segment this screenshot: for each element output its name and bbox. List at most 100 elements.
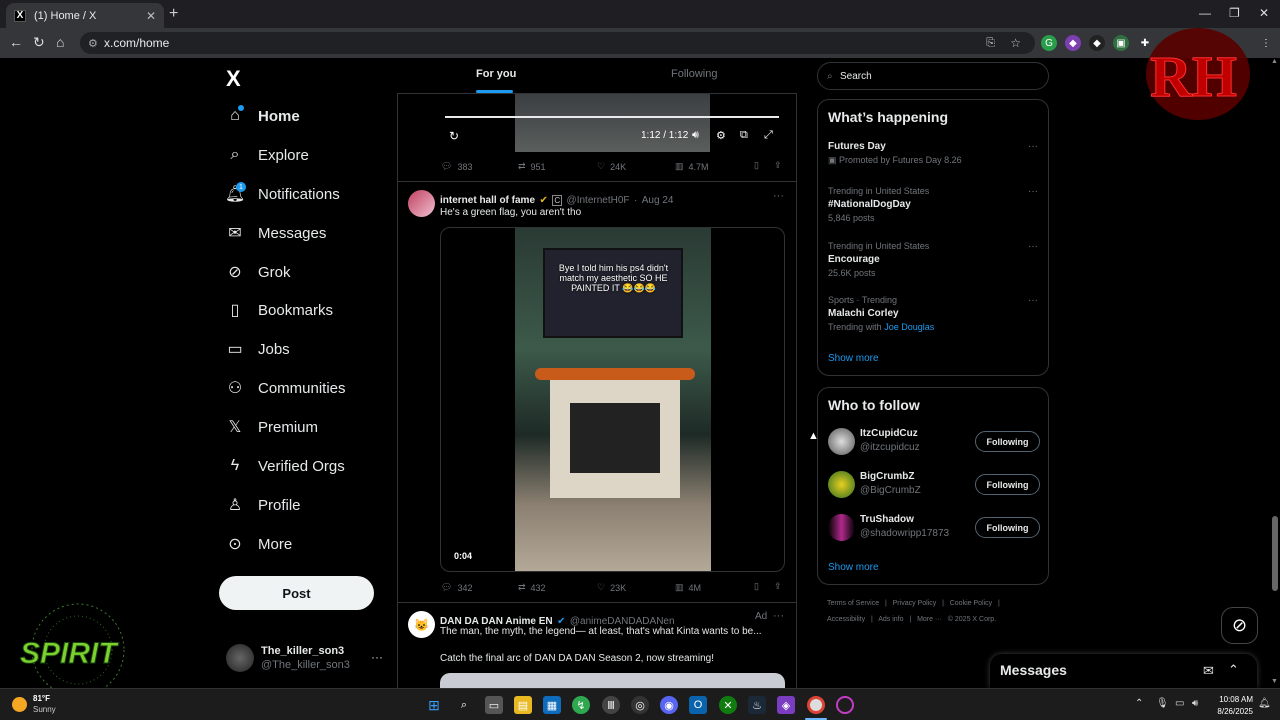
avatar[interactable]	[828, 428, 855, 455]
more-dots-icon[interactable]: ···	[1028, 141, 1038, 152]
messages-drawer[interactable]: Messages ✉ ⌃	[990, 654, 1257, 688]
user-name[interactable]: BigCrumbZ	[860, 471, 914, 482]
nav-verified-orgs[interactable]: ϟ Verified Orgs	[226, 452, 345, 480]
more-dots-icon[interactable]: ···	[371, 650, 383, 664]
network-icon[interactable]: ▭	[1175, 698, 1184, 709]
tab-following[interactable]: Following	[671, 68, 717, 80]
scroll-up-icon[interactable]: ▲	[1271, 58, 1278, 65]
trend-item[interactable]: Futures Day ▣ Promoted by Futures Day 8.…	[828, 141, 1038, 166]
author-name[interactable]: internet hall of fame	[440, 195, 535, 206]
close-tab-icon[interactable]: ✕	[146, 9, 156, 23]
ad-media[interactable]	[440, 673, 785, 688]
extension-purple-icon[interactable]: ◆	[1065, 35, 1081, 51]
show-more-link[interactable]: Show more	[828, 353, 879, 364]
nav-communities[interactable]: ⚇ Communities	[226, 374, 346, 402]
user-name[interactable]: TruShadow	[860, 514, 914, 525]
reply-button[interactable]: 💬︎ 342	[441, 582, 472, 593]
browser-menu-icon[interactable]: ⋮	[1258, 35, 1274, 51]
more-dots-icon[interactable]: ···	[1028, 241, 1038, 252]
footer-link-terms[interactable]: Terms of Service	[827, 600, 879, 607]
repost-button[interactable]: ⇄ 432	[518, 582, 546, 593]
app-ring-icon[interactable]	[836, 696, 854, 714]
show-more-link[interactable]: Show more	[828, 562, 879, 573]
footer-link-cookie[interactable]: Cookie Policy	[950, 600, 992, 607]
scrollbar[interactable]: ▲ ▼	[1270, 58, 1280, 688]
search-input[interactable]: ⌕ Search	[817, 62, 1049, 90]
follow-suggestion[interactable]: ItzCupidCuz @itzcupidcuz Following	[828, 428, 1040, 458]
steam-icon[interactable]: ♨	[748, 696, 766, 714]
chrome-icon[interactable]	[807, 696, 825, 714]
reload-icon[interactable]: ↻	[33, 34, 45, 51]
browser-tab[interactable]: X (1) Home / X ✕	[6, 3, 164, 28]
pip-icon[interactable]: ⧉	[740, 129, 748, 142]
grok-icon[interactable]: ⊘	[1221, 607, 1258, 644]
obs-icon[interactable]: ◎	[631, 696, 649, 714]
like-button[interactable]: ♡ 24K	[597, 161, 626, 172]
xbox-icon[interactable]: ✕	[719, 696, 737, 714]
share-button[interactable]: ⇪	[774, 160, 782, 171]
volume-icon[interactable]: 🔊︎	[692, 129, 699, 142]
nav-messages[interactable]: ✉ Messages	[226, 219, 326, 247]
like-button[interactable]: ♡ 23K	[597, 582, 626, 593]
reply-button[interactable]: 💬︎ 383	[441, 161, 472, 172]
post-button[interactable]: Post	[219, 576, 374, 610]
footer-link-more[interactable]: More ···	[917, 616, 942, 623]
app-green-icon[interactable]: ↯	[572, 696, 590, 714]
avatar[interactable]	[828, 471, 855, 498]
video-progress-bar[interactable]	[445, 116, 779, 118]
scroll-down-icon[interactable]: ▼	[1271, 678, 1278, 685]
avatar[interactable]: 😺	[408, 611, 435, 638]
bookmark-button[interactable]: ▯	[754, 581, 759, 592]
video-player[interactable]: ↻ 1:12 / 1:12 🔊︎ ⚙ ⧉ ⤢	[445, 94, 785, 152]
follow-suggestion[interactable]: TruShadow @shadowripp17873 Following	[828, 514, 1040, 544]
more-dots-icon[interactable]: ···	[1028, 295, 1038, 306]
following-button[interactable]: Following	[975, 474, 1040, 495]
windows-start-icon[interactable]: ⊞	[425, 696, 443, 714]
nav-bookmarks[interactable]: ▯ Bookmarks	[226, 296, 333, 324]
footer-link-accessibility[interactable]: Accessibility	[827, 616, 865, 623]
x-logo-icon[interactable]: X	[226, 66, 241, 92]
maximize-icon[interactable]: ❐	[1229, 6, 1240, 20]
avatar[interactable]	[828, 514, 855, 541]
account-switcher[interactable]: The_killer_son3 @The_killer_son3 ···	[226, 644, 386, 674]
following-button[interactable]: Following	[975, 431, 1040, 452]
footer-link-ads[interactable]: Ads info	[878, 616, 903, 623]
footer-link-privacy[interactable]: Privacy Policy	[893, 600, 937, 607]
settings-icon[interactable]: ⚙	[716, 129, 726, 142]
volume-icon[interactable]: 🔊︎	[1192, 698, 1198, 709]
trend-item[interactable]: Sports · Trending Malachi Corley Trendin…	[828, 295, 1038, 332]
views-button[interactable]: ▥ 4M	[675, 582, 701, 593]
fullscreen-icon[interactable]: ⤢	[764, 129, 773, 142]
install-app-icon[interactable]: ⎘	[986, 37, 995, 50]
app-bars-icon[interactable]: Ⅲ	[602, 696, 620, 714]
task-view-icon[interactable]: ▭	[485, 696, 503, 714]
app-purple-icon[interactable]: ◈	[777, 696, 795, 714]
nav-grok[interactable]: ⊘ Grok	[226, 258, 290, 286]
author-handle[interactable]: @InternetH0F	[567, 195, 630, 206]
back-icon[interactable]: ←	[9, 34, 23, 50]
scrollbar-thumb[interactable]	[1272, 516, 1278, 591]
more-dots-icon[interactable]: ···	[1028, 186, 1038, 197]
site-info-icon[interactable]: ⚙	[88, 37, 98, 50]
following-button[interactable]: Following	[975, 517, 1040, 538]
avatar[interactable]	[408, 190, 435, 217]
tweet-date[interactable]: Aug 24	[642, 195, 674, 206]
close-window-icon[interactable]: ✕	[1259, 6, 1269, 20]
address-bar[interactable]: ⚙ x.com/home ⎘ ☆	[80, 32, 1035, 54]
nav-profile[interactable]: ♙ Profile	[226, 491, 301, 519]
share-button[interactable]: ⇪	[774, 581, 782, 592]
extension-green-icon[interactable]: ▣	[1113, 35, 1129, 51]
nav-more[interactable]: ⊙ More	[226, 530, 292, 558]
replay-icon[interactable]: ↻	[449, 129, 459, 143]
bookmark-button[interactable]: ▯	[754, 160, 759, 171]
nav-jobs[interactable]: ▭ Jobs	[226, 335, 289, 363]
video-player[interactable]: Bye I told him his ps4 didn't match my a…	[440, 227, 785, 572]
trend-item[interactable]: Trending in United States #NationalDogDa…	[828, 186, 1038, 223]
extension-grammarly-icon[interactable]: G	[1041, 35, 1057, 51]
file-explorer-icon[interactable]: ▤	[514, 696, 532, 714]
nav-premium[interactable]: 𝕏 Premium	[226, 413, 318, 441]
system-clock[interactable]: 10:08 AM 8/26/2025	[1208, 694, 1253, 718]
new-tab-button[interactable]: +	[169, 5, 178, 23]
more-dots-icon[interactable]: ···	[773, 610, 784, 622]
extension-diamond-icon[interactable]: ◆	[1089, 35, 1105, 51]
